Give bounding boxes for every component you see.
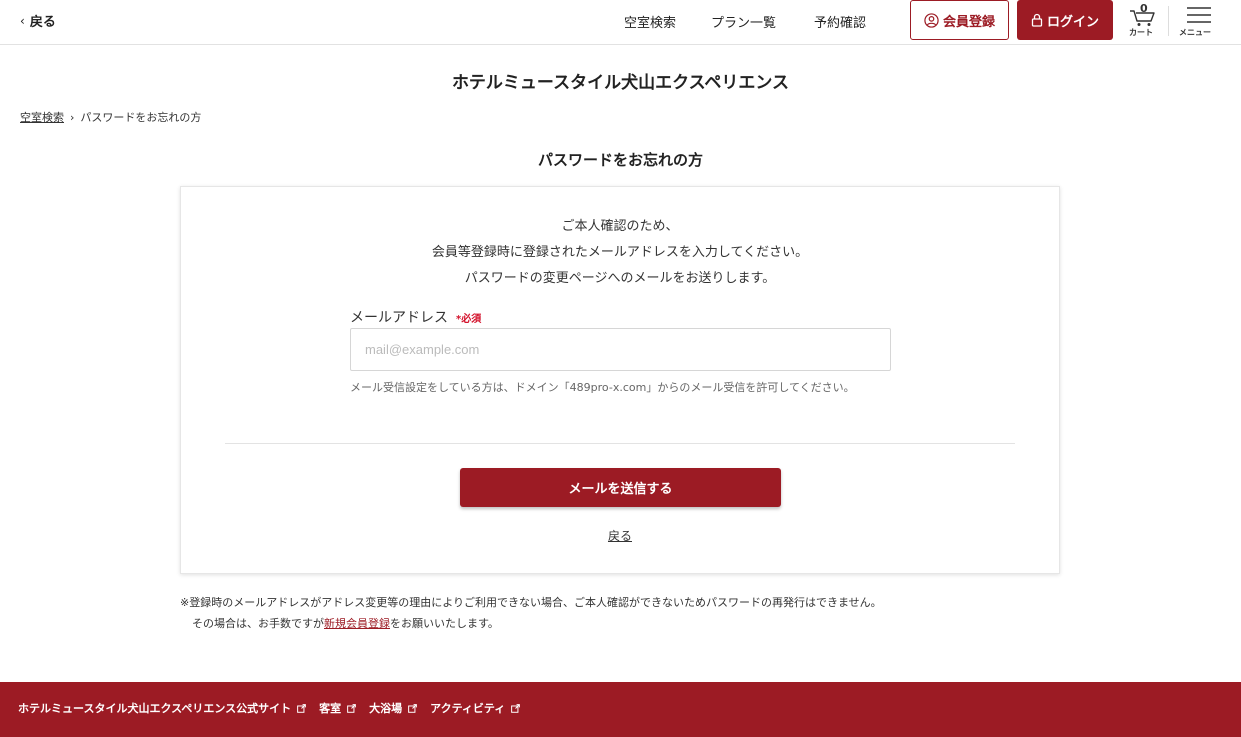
breadcrumb: 空室検索 › パスワードをお忘れの方	[20, 109, 201, 125]
login-button[interactable]: ログイン	[1017, 0, 1113, 40]
nav-reservation-check[interactable]: 予約確認	[814, 12, 866, 31]
cart-button[interactable]: 0 カート	[1124, 2, 1164, 40]
intro-line-2: 会員等登録時に登録されたメールアドレスを入力してください。	[431, 245, 809, 260]
chevron-right-icon: ›	[70, 110, 75, 124]
bottom-notice: ※登録時のメールアドレスがアドレス変更等の理由によりご利用できない場合、ご本人確…	[180, 592, 882, 634]
page-title: パスワードをお忘れの方	[537, 151, 703, 169]
header-back-label: 戻る	[29, 15, 56, 30]
menu-label: メニュー	[1179, 28, 1211, 37]
new-member-register-link[interactable]: 新規会員登録	[324, 617, 390, 630]
breadcrumb-room-search[interactable]: 空室検索	[20, 109, 64, 125]
intro-text: ご本人確認のため、 会員等登録時に登録されたメールアドレスを入力してください。 …	[181, 214, 1059, 292]
cart-icon	[1130, 10, 1155, 26]
required-badge: *必須	[456, 314, 482, 325]
site-footer: ホテルミュースタイル犬山エクスペリエンス公式サイト 客室 大浴場 アクティビティ	[0, 682, 1241, 737]
member-register-label: 会員登録	[942, 14, 995, 30]
footer-link-activity-label: アクティビティ	[430, 702, 506, 715]
intro-line-1: ご本人確認のため、	[561, 219, 679, 234]
notice-line-2: その場合は、お手数ですが新規会員登録をお願いいたします。	[180, 613, 882, 634]
user-circle-icon	[924, 12, 939, 28]
footer-link-official-site-label: ホテルミュースタイル犬山エクスペリエンス公式サイト	[18, 702, 292, 715]
email-note: メール受信設定をしている方は、ドメイン「489pro-x.com」からのメール受…	[350, 381, 855, 394]
chevron-left-icon: ‹	[20, 13, 25, 28]
footer-links: ホテルミュースタイル犬山エクスペリエンス公式サイト 客室 大浴場 アクティビティ	[18, 700, 521, 716]
form-divider	[225, 443, 1015, 444]
breadcrumb-current: パスワードをお忘れの方	[80, 111, 202, 124]
notice-line-2-prefix: その場合は、お手数ですが	[192, 617, 324, 630]
email-input[interactable]	[350, 328, 891, 371]
external-link-icon	[297, 703, 307, 713]
footer-link-bath-label: 大浴場	[369, 702, 403, 715]
header-back-link[interactable]: ‹ 戻る	[20, 11, 56, 31]
hotel-title: ホテルミュースタイル犬山エクスペリエンス	[451, 73, 790, 93]
lock-icon	[1031, 13, 1043, 27]
external-link-icon	[347, 703, 357, 713]
email-label: メールアドレス *必須	[350, 307, 481, 327]
footer-link-rooms[interactable]: 客室	[319, 700, 357, 716]
site-header: ‹ 戻る 空室検索 プラン一覧 予約確認 会員登録 ログイン 0 カート メニュ…	[0, 0, 1241, 45]
notice-line-2-suffix: をお願いいたします。	[390, 617, 499, 630]
footer-link-bath[interactable]: 大浴場	[369, 700, 418, 716]
external-link-icon	[511, 703, 521, 713]
notice-line-1: ※登録時のメールアドレスがアドレス変更等の理由によりご利用できない場合、ご本人確…	[180, 596, 882, 609]
menu-button[interactable]: メニュー	[1176, 4, 1222, 40]
send-mail-button[interactable]: メールを送信する	[460, 468, 781, 507]
login-label: ログイン	[1046, 14, 1099, 30]
nav-plan-list[interactable]: プラン一覧	[711, 12, 776, 31]
external-link-icon	[408, 703, 418, 713]
footer-link-rooms-label: 客室	[319, 702, 342, 715]
password-reset-card: ご本人確認のため、 会員等登録時に登録されたメールアドレスを入力してください。 …	[180, 186, 1060, 574]
intro-line-3: パスワードの変更ページへのメールをお送りします。	[464, 271, 776, 286]
cart-label: カート	[1129, 28, 1153, 37]
email-label-text: メールアドレス	[350, 310, 448, 326]
card-back-wrap: 戻る	[181, 527, 1059, 544]
nav-room-search[interactable]: 空室検索	[624, 12, 676, 31]
footer-link-activity[interactable]: アクティビティ	[430, 700, 521, 716]
footer-link-official-site[interactable]: ホテルミュースタイル犬山エクスペリエンス公式サイト	[18, 700, 307, 716]
member-register-button[interactable]: 会員登録	[910, 0, 1009, 40]
back-link[interactable]: 戻る	[608, 529, 632, 543]
header-divider	[1168, 6, 1169, 36]
hamburger-menu-icon	[1187, 7, 1211, 23]
